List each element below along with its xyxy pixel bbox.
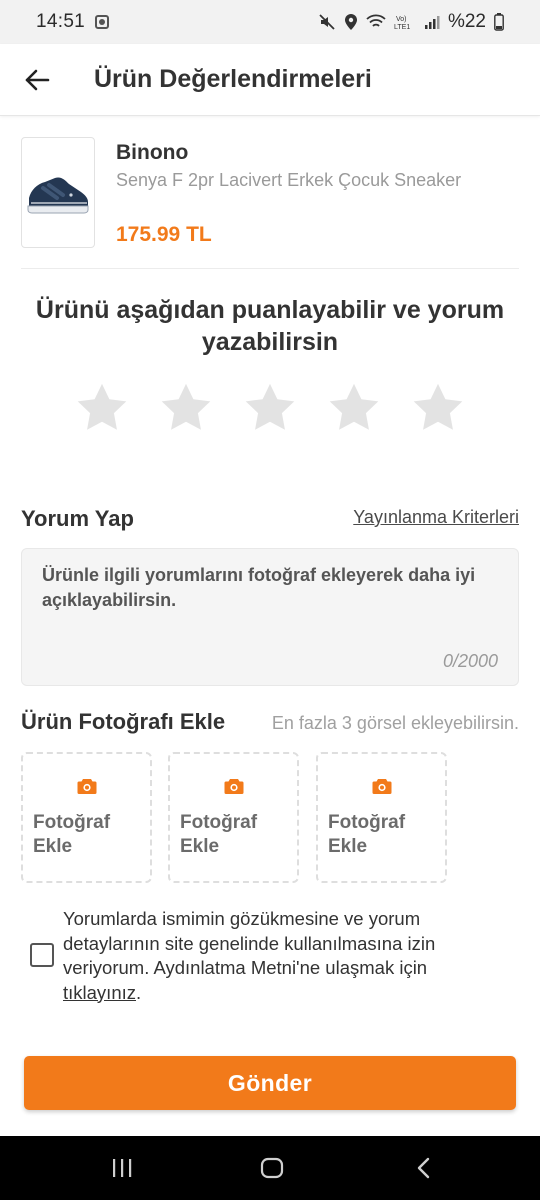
product-image (21, 137, 95, 248)
add-photo-button-1[interactable]: Fotoğraf Ekle (21, 752, 152, 883)
photo-app-icon (95, 15, 110, 29)
svg-text:LTE1: LTE1 (394, 24, 410, 31)
consent-text: Yorumlarda ismimin gözükmesine ve yorum … (63, 907, 493, 1005)
battery-icon (494, 13, 504, 31)
add-photo-label: Fotoğraf Ekle (33, 812, 111, 857)
star-rating (60, 378, 480, 436)
star-2-button[interactable] (144, 378, 228, 436)
recent-apps-icon (113, 1159, 132, 1177)
star-5-button[interactable] (396, 378, 480, 436)
add-photo-button-3[interactable]: Fotoğraf Ekle (316, 752, 447, 883)
recent-apps-button[interactable] (82, 1136, 162, 1200)
status-icons: Vo) LTE1 %22 (318, 11, 504, 33)
star-icon (329, 383, 379, 430)
star-icon (413, 383, 463, 430)
product-name: Senya F 2pr Lacivert Erkek Çocuk Sneaker (116, 170, 462, 190)
rating-prompt: Ürünü aşağıdan puanlayabilir ve yorum ya… (35, 296, 505, 356)
photo-section-title: Ürün Fotoğrafı Ekle (21, 709, 226, 734)
consent-text-body: Yorumlarda ismimin gözükmesine ve yorum … (63, 908, 436, 978)
add-photo-label: Fotoğraf Ekle (328, 812, 406, 857)
back-button[interactable] (0, 44, 74, 116)
camera-icon (372, 779, 392, 794)
product-price: 175.99 TL (116, 223, 212, 246)
home-icon (260, 1157, 284, 1179)
photo-limit-hint: En fazla 3 görsel ekleyebilirsin. (271, 713, 519, 733)
app-bar: Ürün Değerlendirmeleri (0, 44, 540, 116)
mute-icon (318, 13, 336, 31)
sneaker-image (27, 176, 89, 213)
character-counter: 0/2000 (442, 651, 498, 671)
product-summary: Binono Senya F 2pr Lacivert Erkek Çocuk … (21, 137, 519, 269)
star-4-button[interactable] (312, 378, 396, 436)
system-navigation-bar (0, 1136, 540, 1200)
star-icon (161, 383, 211, 430)
submit-button[interactable]: Gönder (24, 1056, 516, 1110)
star-1-button[interactable] (60, 378, 144, 436)
add-photo-label: Fotoğraf Ekle (180, 812, 258, 857)
camera-icon (77, 779, 97, 794)
review-input[interactable] (42, 563, 502, 643)
product-brand: Binono (116, 141, 189, 164)
camera-icon (224, 779, 244, 794)
volte-icon: Vo) LTE1 (394, 13, 416, 31)
star-icon (245, 383, 295, 430)
status-bar: 14:51 Vo) LTE1 %22 (0, 0, 540, 44)
consent-text-suffix: . (136, 981, 142, 1003)
disclosure-text-link[interactable]: tıklayınız (63, 982, 136, 1003)
wifi-icon (366, 14, 386, 30)
review-box: 0/2000 (21, 548, 519, 686)
star-icon (77, 383, 127, 430)
consent-checkbox[interactable] (30, 943, 54, 967)
signal-icon (424, 14, 440, 30)
star-3-button[interactable] (228, 378, 312, 436)
page-title: Ürün Değerlendirmeleri (94, 65, 372, 93)
battery-level: %22 (447, 11, 486, 32)
review-title: Yorum Yap (21, 506, 134, 531)
home-button[interactable] (232, 1136, 312, 1200)
publishing-criteria-link[interactable]: Yayınlanma Kriterleri (353, 507, 519, 528)
arrow-left-icon (25, 69, 50, 90)
svg-text:Vo): Vo) (396, 16, 407, 23)
chevron-left-icon (417, 1157, 430, 1179)
status-time: 14:51 (36, 11, 86, 32)
location-icon (344, 13, 358, 31)
add-photo-button-2[interactable]: Fotoğraf Ekle (168, 752, 299, 883)
back-nav-button[interactable] (384, 1136, 464, 1200)
